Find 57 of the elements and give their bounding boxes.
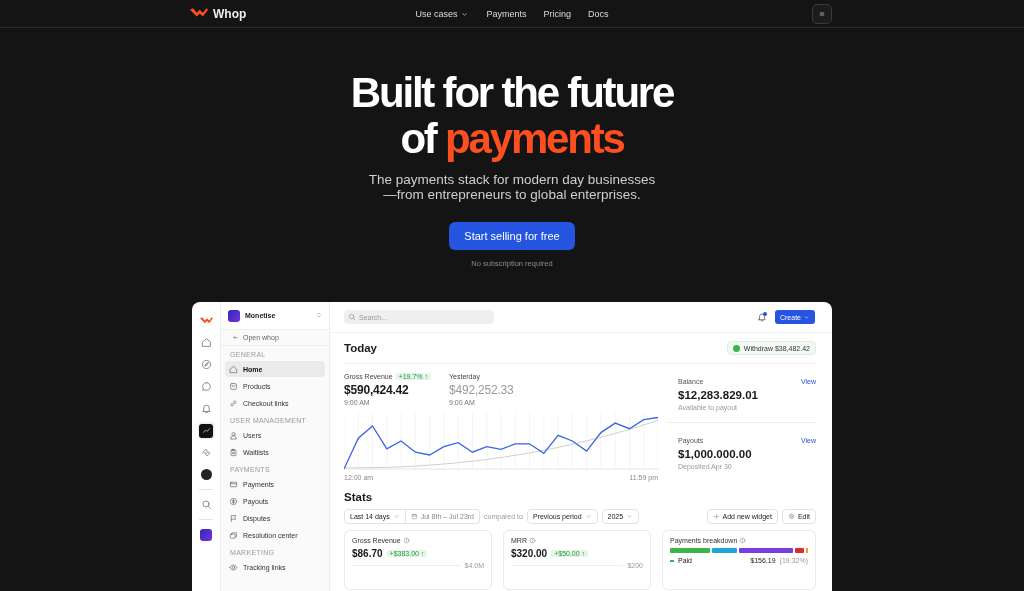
calendar-icon [410,513,418,520]
caret-icon [803,313,810,321]
card-icon [229,479,238,489]
info-icon [528,537,536,544]
metric-value: $590,424.42 [344,383,410,397]
compass-icon [200,359,212,370]
caret-icon [584,513,592,520]
link-icon [229,398,238,408]
section-heading: Today [344,342,377,354]
nav-link[interactable]: Payments [486,9,527,19]
widget-value: $86.70 [352,548,383,559]
hero-title: Built for the future [350,69,674,116]
workspace-icon [228,309,240,322]
caret-icon [392,513,400,520]
plus-icon [712,513,720,520]
dollar-coin-icon [229,496,238,506]
home-icon [229,364,238,374]
nav-link[interactable]: Docs [588,9,609,19]
menu-button[interactable] [812,3,832,24]
home-icon [200,337,212,348]
logo-icon [190,8,208,19]
hero-title: of [400,115,436,162]
metric-value: $492,252.33 [449,383,514,397]
eye-icon [229,562,238,572]
info-icon [739,537,747,544]
ticket-icon [200,447,212,458]
hero-title-highlight: payments [445,115,624,162]
rail-app-button[interactable] [197,526,215,543]
brand-name[interactable]: Whop [213,6,247,21]
back-arrow-icon [232,334,239,341]
stacked-cards-icon [229,530,238,540]
logo-icon [199,316,213,325]
rail-analytics-button[interactable] [197,422,215,439]
section-heading: Stats [344,491,374,503]
clipboard-icon [229,447,238,457]
gear-icon [787,513,795,520]
flag-icon [229,513,238,523]
user-icon [229,430,238,440]
card-value: $12,283.829.01 [678,389,759,401]
avatar-icon [200,469,212,480]
caret-icon [626,513,634,520]
app-icon [200,528,212,541]
cta-button[interactable]: Start selling for free [449,222,575,250]
up-down-caret-icon [315,311,323,319]
card-value: $1,000.000.00 [678,448,753,460]
nav-link[interactable]: Use cases [415,9,470,19]
trend-chart-icon [199,423,213,438]
chat-bubble-icon [200,381,212,392]
bell-icon [757,312,767,322]
nav-link[interactable]: Pricing [543,9,572,19]
bell-icon [200,403,212,414]
widget-value: $320.00 [511,548,548,559]
search-icon [200,499,212,510]
info-icon [402,537,410,544]
box-icon [229,381,238,391]
hero-subtitle: The payments stack for modern day businesses —from entrepreneurs to global enterprises. [368,172,656,202]
search-icon [348,313,356,321]
